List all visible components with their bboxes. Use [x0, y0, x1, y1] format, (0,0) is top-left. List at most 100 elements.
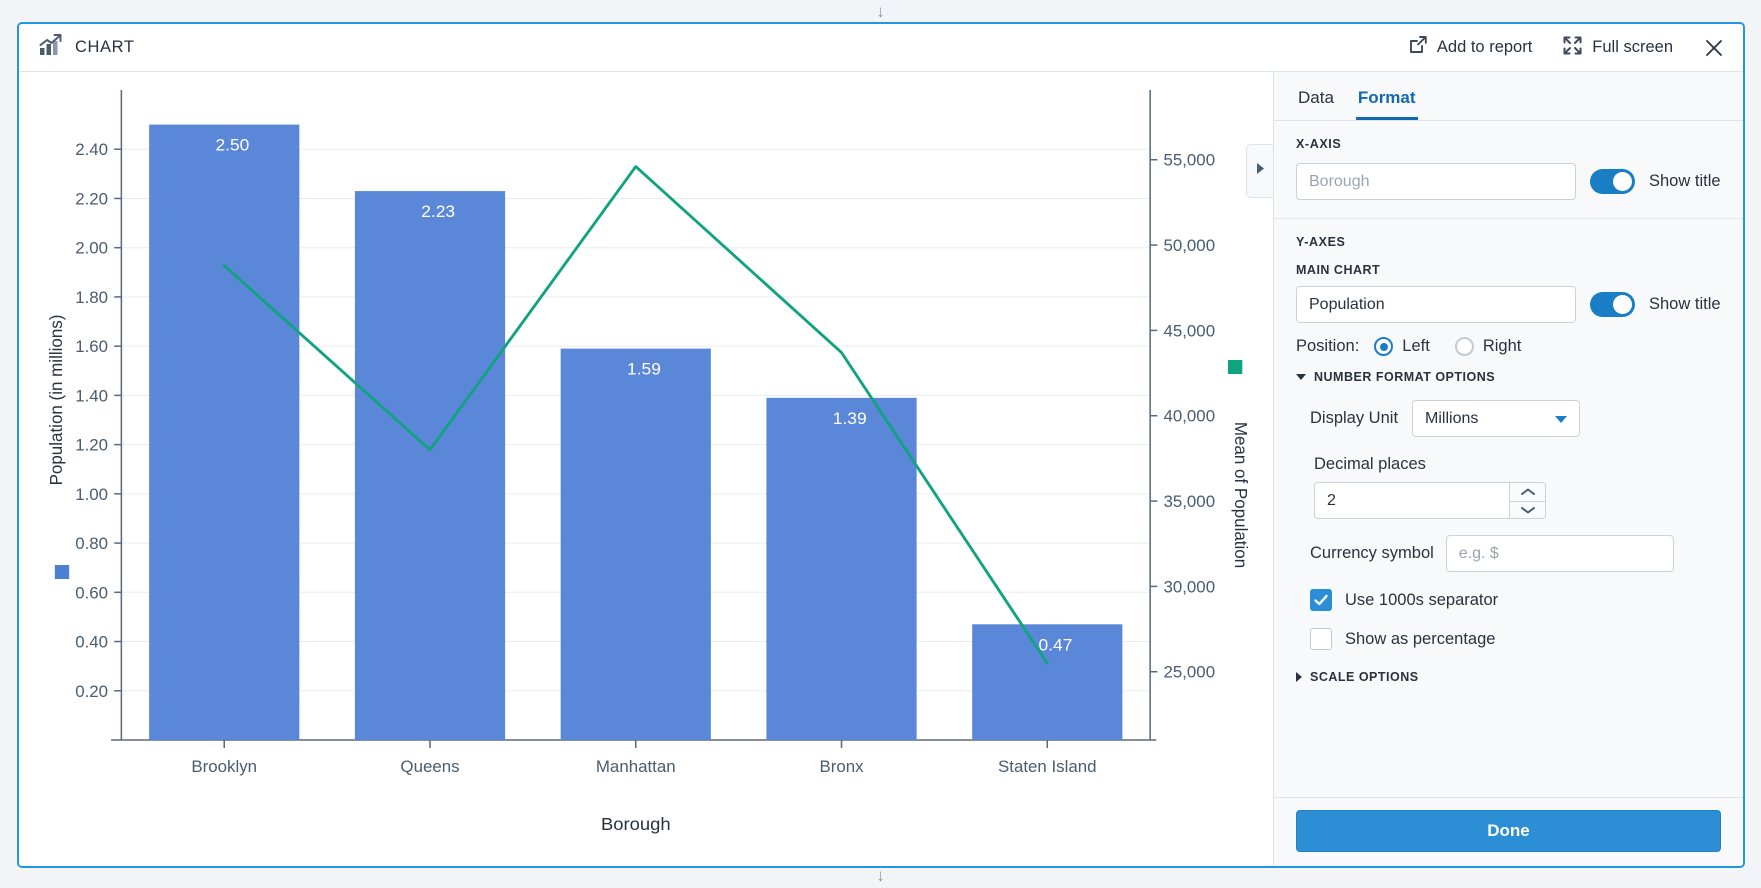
display-unit-value: Millions: [1425, 409, 1479, 427]
chart-modal: CHART Add to report Full screen 0.20 0.4…: [17, 22, 1745, 868]
position-right-label: Right: [1482, 337, 1522, 355]
svg-text:40,000: 40,000: [1163, 407, 1215, 426]
svg-text:0.47: 0.47: [1039, 634, 1073, 654]
svg-text:Mean of Population: Mean of Population: [1231, 422, 1251, 568]
svg-text:1.40: 1.40: [75, 387, 108, 406]
y-axis-position-row: Position: Left Right: [1296, 337, 1721, 356]
position-left-radio[interactable]: [1374, 337, 1394, 356]
svg-text:Staten Island: Staten Island: [998, 757, 1097, 776]
decimal-places-stepper: [1296, 482, 1721, 519]
y-axes-section: Y-AXES MAIN CHART Show title Position: L…: [1274, 219, 1743, 702]
y-axis-show-title-toggle[interactable]: [1590, 292, 1635, 317]
svg-text:Borough: Borough: [601, 814, 671, 834]
decimal-places-buttons: [1509, 482, 1546, 519]
display-unit-row: Display Unit Millions: [1296, 400, 1721, 437]
show-as-percentage-row: Show as percentage: [1296, 628, 1721, 650]
decimal-places-input[interactable]: [1314, 482, 1509, 519]
svg-text:Queens: Queens: [400, 757, 459, 776]
svg-text:45,000: 45,000: [1163, 322, 1215, 341]
y-axes-section-label: Y-AXES: [1296, 235, 1346, 249]
panel-tabs: Data Format: [1274, 72, 1743, 121]
currency-symbol-label: Currency symbol: [1310, 544, 1434, 562]
svg-text:25,000: 25,000: [1163, 663, 1215, 682]
x-axis-section: X-AXIS Show title: [1274, 121, 1743, 219]
position-left-label: Left: [1402, 337, 1430, 355]
use-1000s-separator-label: Use 1000s separator: [1345, 590, 1499, 609]
decimal-places-decrement-button[interactable]: [1510, 500, 1545, 518]
use-1000s-separator-row: Use 1000s separator: [1296, 589, 1721, 611]
combo-chart: 0.20 0.40 0.60 0.80 1.00 1.20 1.40 1.60 1.80 2.00…: [46, 90, 1251, 834]
show-as-percentage-checkbox[interactable]: [1310, 628, 1332, 650]
full-screen-button[interactable]: Full screen: [1560, 33, 1675, 63]
svg-text:2.40: 2.40: [75, 140, 108, 159]
modal-body: 0.20 0.40 0.60 0.80 1.00 1.20 1.40 1.60 1.80 2.00…: [19, 72, 1743, 866]
y-axis-title-row: Show title: [1296, 286, 1721, 323]
display-unit-label: Display Unit: [1310, 409, 1399, 427]
resize-handle-bottom[interactable]: ↓: [0, 867, 1761, 884]
svg-text:1.80: 1.80: [75, 288, 108, 307]
external-link-icon: [1408, 35, 1428, 60]
x-axis-show-title-toggle[interactable]: [1590, 169, 1635, 194]
svg-text:2.00: 2.00: [75, 239, 108, 258]
svg-text:Population (in millions): Population (in millions): [46, 315, 66, 486]
svg-text:30,000: 30,000: [1163, 578, 1215, 597]
y-axis-title-input[interactable]: [1296, 286, 1576, 323]
decimal-places-label: Decimal places: [1314, 455, 1426, 473]
svg-text:2.20: 2.20: [75, 190, 108, 209]
panel-expand-handle[interactable]: [1246, 144, 1273, 198]
decimal-places-group: Decimal places: [1296, 455, 1721, 474]
add-to-report-button[interactable]: Add to report: [1406, 33, 1534, 62]
currency-symbol-input[interactable]: [1445, 535, 1674, 572]
page-title: CHART: [75, 38, 135, 56]
scale-options-disclosure[interactable]: SCALE OPTIONS: [1296, 670, 1721, 684]
caret-right-icon: [1296, 672, 1302, 682]
x-axis-section-label: X-AXIS: [1296, 137, 1342, 151]
page-root: ↓ ↓ CHART Add to report Full screen 0.20…: [0, 0, 1761, 888]
bar-chart-icon: [39, 34, 63, 61]
chevron-down-icon: [1555, 415, 1568, 423]
number-format-options-disclosure[interactable]: NUMBER FORMAT OPTIONS: [1296, 370, 1721, 384]
x-axis-title-row: Show title: [1296, 163, 1721, 200]
caret-down-icon: [1296, 374, 1306, 380]
svg-text:35,000: 35,000: [1163, 492, 1215, 511]
svg-text:1.59: 1.59: [627, 359, 661, 379]
position-right-radio[interactable]: [1454, 337, 1474, 356]
decimal-places-increment-button[interactable]: [1510, 483, 1545, 501]
svg-text:1.20: 1.20: [75, 436, 108, 455]
resize-handle-top[interactable]: ↓: [0, 3, 1761, 20]
svg-text:2.50: 2.50: [216, 135, 250, 155]
x-axis-title-input[interactable]: [1296, 163, 1576, 200]
y-axis-show-title-label: Show title: [1649, 295, 1721, 313]
chart-pane: 0.20 0.40 0.60 0.80 1.00 1.20 1.40 1.60 1.80 2.00…: [19, 72, 1273, 866]
scale-options-heading: SCALE OPTIONS: [1310, 670, 1419, 684]
expand-icon: [1562, 35, 1583, 61]
display-unit-select[interactable]: Millions: [1412, 400, 1581, 437]
show-as-percentage-label: Show as percentage: [1345, 629, 1496, 648]
x-axis-show-title-label: Show title: [1649, 172, 1721, 190]
svg-text:0.80: 0.80: [75, 534, 108, 553]
close-icon[interactable]: [1701, 35, 1727, 61]
svg-text:0.40: 0.40: [75, 633, 108, 652]
number-format-options-heading: NUMBER FORMAT OPTIONS: [1314, 370, 1496, 384]
tab-format[interactable]: Format: [1355, 86, 1418, 120]
main-chart-label: MAIN CHART: [1296, 263, 1381, 277]
svg-text:Bronx: Bronx: [819, 757, 864, 776]
svg-text:1.00: 1.00: [75, 485, 108, 504]
svg-text:0.20: 0.20: [75, 682, 108, 701]
header-actions: Add to report Full screen: [1406, 33, 1727, 63]
modal-header: CHART Add to report Full screen: [19, 24, 1743, 72]
svg-text:55,000: 55,000: [1163, 151, 1215, 170]
svg-text:0.60: 0.60: [75, 583, 108, 602]
done-button[interactable]: Done: [1296, 810, 1721, 852]
add-to-report-label: Add to report: [1436, 38, 1533, 56]
header-title-group: CHART: [39, 34, 135, 61]
use-1000s-separator-checkbox[interactable]: [1310, 589, 1332, 611]
svg-text:1.39: 1.39: [833, 408, 867, 428]
full-screen-label: Full screen: [1592, 38, 1673, 56]
position-label: Position:: [1296, 337, 1360, 355]
panel-footer: Done: [1274, 797, 1743, 866]
tab-data[interactable]: Data: [1296, 86, 1336, 120]
chevron-right-icon: [1255, 162, 1266, 180]
currency-symbol-row: Currency symbol: [1296, 535, 1721, 572]
svg-text:2.23: 2.23: [421, 201, 455, 221]
